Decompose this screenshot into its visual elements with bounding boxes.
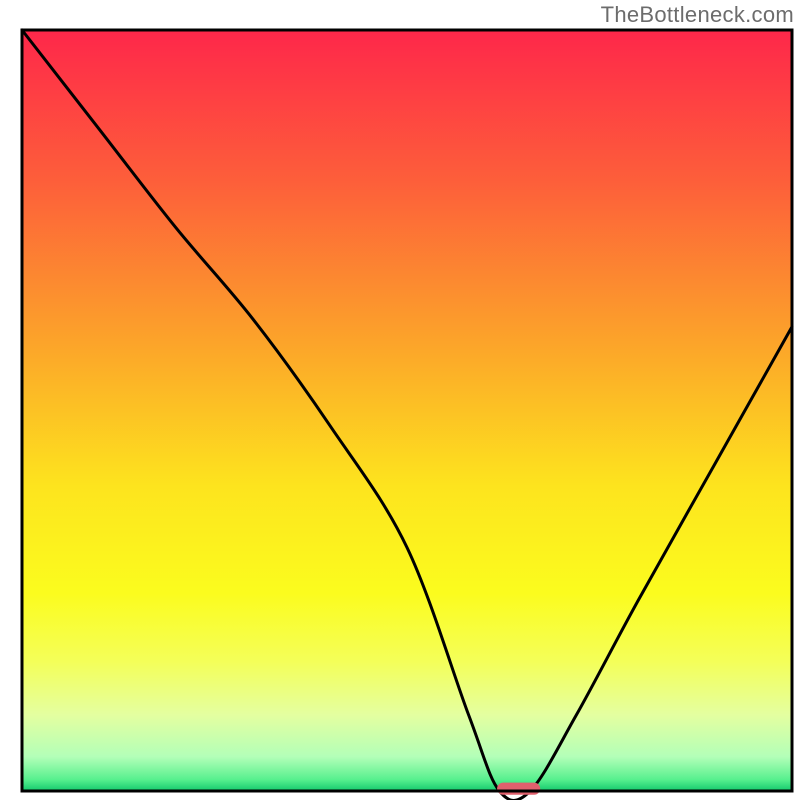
watermark-text: TheBottleneck.com — [601, 2, 794, 28]
chart-frame: TheBottleneck.com — [0, 0, 800, 800]
optimal-marker — [497, 783, 540, 795]
bottleneck-chart — [0, 0, 800, 800]
gradient-background — [22, 30, 792, 791]
